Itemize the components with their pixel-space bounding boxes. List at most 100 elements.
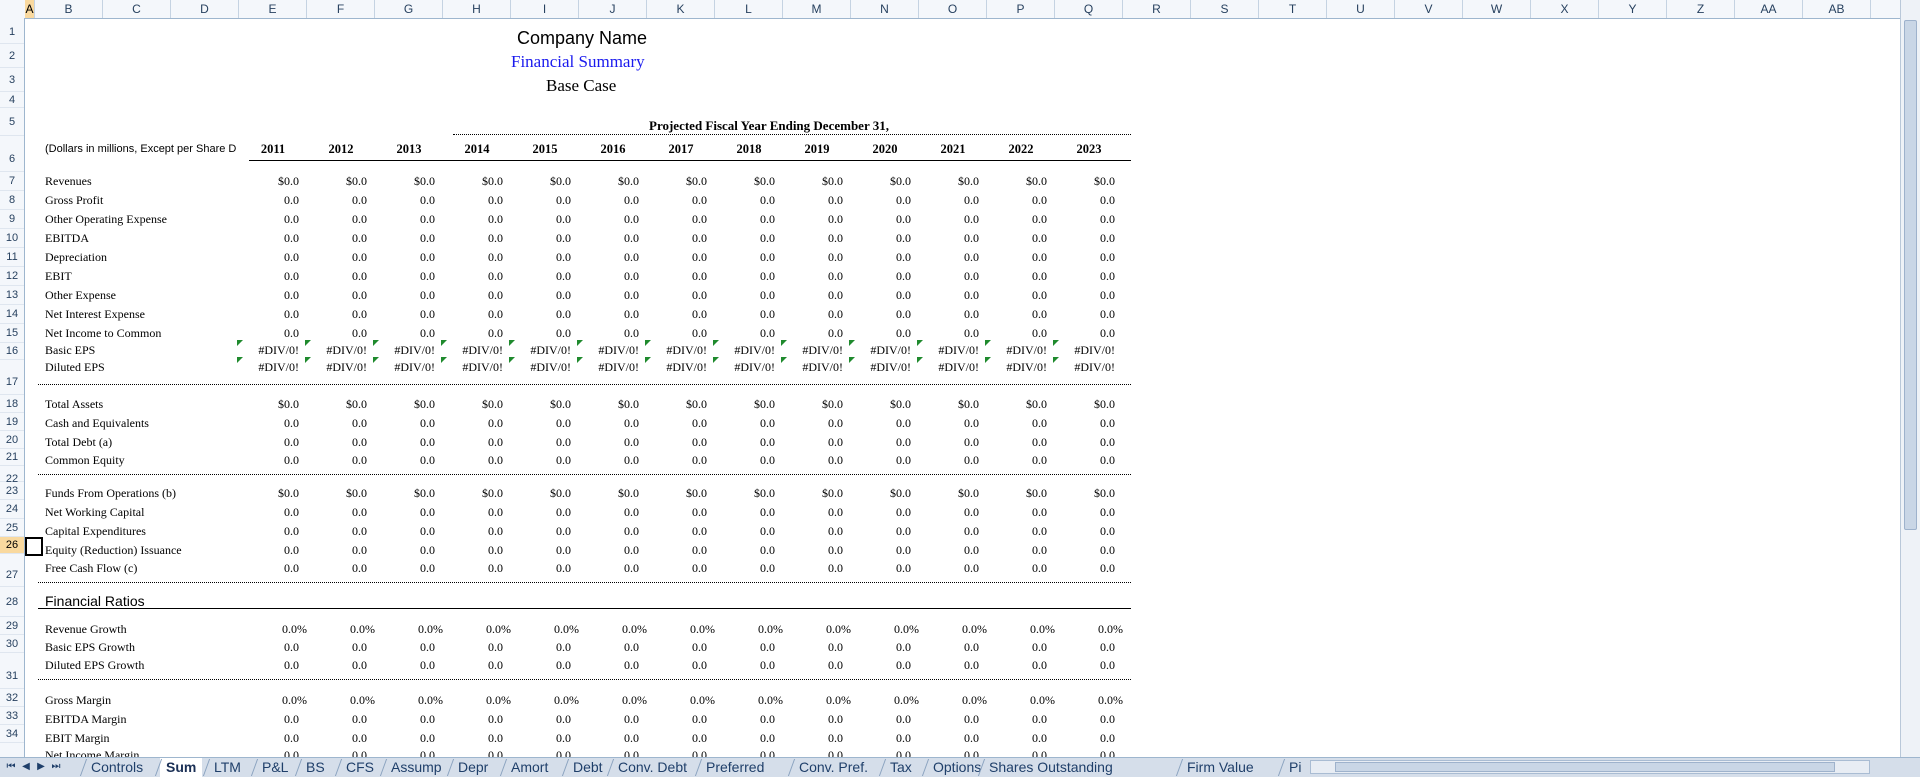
cell-net-interest-expense-2015[interactable]: 0.0 [511,307,571,321]
column-header-u[interactable]: U [1327,0,1395,18]
cell-other-operating-expense-2021[interactable]: 0.0 [919,212,979,226]
cell-funds-from-operations-b-2017[interactable]: $0.0 [647,486,707,500]
cell-total-debt-a-2017[interactable]: 0.0 [647,435,707,449]
cell-ebit-2021[interactable]: 0.0 [919,269,979,283]
cell-capital-expenditures-2018[interactable]: 0.0 [715,524,775,538]
column-header-o[interactable]: O [919,0,987,18]
cell-free-cash-flow-c-2013[interactable]: 0.0 [375,561,435,575]
cell-revenues-2019[interactable]: $0.0 [783,174,843,188]
cell-basic-eps-growth-2011[interactable]: 0.0 [239,640,299,654]
cell-ebitda-2023[interactable]: 0.0 [1055,231,1115,245]
horizontal-scrollbar[interactable] [1310,760,1870,774]
cell-gross-margin-2016[interactable]: 0.0% [587,693,647,707]
cell-revenues-2021[interactable]: $0.0 [919,174,979,188]
cell-net-income-to-common-2023[interactable]: 0.0 [1055,326,1115,340]
cell-common-equity-2012[interactable]: 0.0 [307,453,367,467]
cell-depreciation-2021[interactable]: 0.0 [919,250,979,264]
cell-basic-eps-2020[interactable]: #DIV/0! [851,343,911,357]
cell-gross-margin-2014[interactable]: 0.0% [451,693,511,707]
cell-revenue-growth-2016[interactable]: 0.0% [587,622,647,636]
cell-basic-eps-2021[interactable]: #DIV/0! [919,343,979,357]
row-header-22[interactable]: 22 [0,466,24,485]
cell-basic-eps-2022[interactable]: #DIV/0! [987,343,1047,357]
cell-cash-and-equivalents-2016[interactable]: 0.0 [579,416,639,430]
cell-other-expense-2017[interactable]: 0.0 [647,288,707,302]
cell-net-working-capital-2015[interactable]: 0.0 [511,505,571,519]
column-header-j[interactable]: J [579,0,647,18]
cell-gross-profit-2017[interactable]: 0.0 [647,193,707,207]
cell-net-income-to-common-2021[interactable]: 0.0 [919,326,979,340]
cell-capital-expenditures-2019[interactable]: 0.0 [783,524,843,538]
cell-net-income-to-common-2018[interactable]: 0.0 [715,326,775,340]
cell-equity-reduction-issuance-2019[interactable]: 0.0 [783,543,843,557]
column-header-c[interactable]: C [103,0,171,18]
cell-revenue-growth-2021[interactable]: 0.0% [927,622,987,636]
cell-net-income-to-common-2016[interactable]: 0.0 [579,326,639,340]
row-header-18[interactable]: 18 [0,395,24,413]
cell-gross-profit-2016[interactable]: 0.0 [579,193,639,207]
cell-ebit-2020[interactable]: 0.0 [851,269,911,283]
cell-ebit-margin-2018[interactable]: 0.0 [715,731,775,745]
cell-net-working-capital-2018[interactable]: 0.0 [715,505,775,519]
cell-net-interest-expense-2018[interactable]: 0.0 [715,307,775,321]
cell-gross-margin-2018[interactable]: 0.0% [723,693,783,707]
cell-gross-profit-2015[interactable]: 0.0 [511,193,571,207]
cell-depreciation-2014[interactable]: 0.0 [443,250,503,264]
cell-gross-profit-2022[interactable]: 0.0 [987,193,1047,207]
cell-ebitda-2012[interactable]: 0.0 [307,231,367,245]
cell-net-income-to-common-2011[interactable]: 0.0 [239,326,299,340]
cell-common-equity-2016[interactable]: 0.0 [579,453,639,467]
row-header-8[interactable]: 8 [0,191,24,210]
column-header-b[interactable]: B [35,0,103,18]
cell-gross-margin-2013[interactable]: 0.0% [383,693,443,707]
cell-revenue-growth-2023[interactable]: 0.0% [1063,622,1123,636]
cell-diluted-eps-2014[interactable]: #DIV/0! [443,360,503,374]
vertical-scrollbar[interactable] [1900,0,1920,757]
column-header-f[interactable]: F [307,0,375,18]
cell-diluted-eps-growth-2012[interactable]: 0.0 [307,658,367,672]
cell-total-debt-a-2022[interactable]: 0.0 [987,435,1047,449]
cell-revenues-2017[interactable]: $0.0 [647,174,707,188]
cell-basic-eps-growth-2023[interactable]: 0.0 [1055,640,1115,654]
cell-total-debt-a-2019[interactable]: 0.0 [783,435,843,449]
tab-nav-button-4[interactable]: ⏭ [49,760,63,774]
cell-diluted-eps-growth-2019[interactable]: 0.0 [783,658,843,672]
cell-diluted-eps-2018[interactable]: #DIV/0! [715,360,775,374]
cell-ebitda-margin-2017[interactable]: 0.0 [647,712,707,726]
cell-free-cash-flow-c-2014[interactable]: 0.0 [443,561,503,575]
column-header-n[interactable]: N [851,0,919,18]
cell-common-equity-2021[interactable]: 0.0 [919,453,979,467]
cell-net-working-capital-2013[interactable]: 0.0 [375,505,435,519]
cell-basic-eps-growth-2021[interactable]: 0.0 [919,640,979,654]
cell-cash-and-equivalents-2020[interactable]: 0.0 [851,416,911,430]
horizontal-scroll-thumb[interactable] [1335,762,1835,772]
column-header-w[interactable]: W [1463,0,1531,18]
cell-depreciation-2022[interactable]: 0.0 [987,250,1047,264]
cell-gross-margin-2021[interactable]: 0.0% [927,693,987,707]
column-header-g[interactable]: G [375,0,443,18]
cell-total-debt-a-2020[interactable]: 0.0 [851,435,911,449]
cell-ebit-margin-2020[interactable]: 0.0 [851,731,911,745]
cell-other-operating-expense-2016[interactable]: 0.0 [579,212,639,226]
cell-other-operating-expense-2022[interactable]: 0.0 [987,212,1047,226]
column-header-v[interactable]: V [1395,0,1463,18]
cell-cash-and-equivalents-2012[interactable]: 0.0 [307,416,367,430]
cell-net-working-capital-2020[interactable]: 0.0 [851,505,911,519]
tab-nav-button-1[interactable]: ⏮ [4,760,18,774]
row-header-25[interactable]: 25 [0,519,24,537]
cell-common-equity-2023[interactable]: 0.0 [1055,453,1115,467]
row-header-33[interactable]: 33 [0,707,24,725]
cell-capital-expenditures-2014[interactable]: 0.0 [443,524,503,538]
cell-ebit-margin-2013[interactable]: 0.0 [375,731,435,745]
column-header-aa[interactable]: AA [1735,0,1803,18]
sheet-tab-conv-pref[interactable]: Conv. Pref. [793,758,874,777]
cell-basic-eps-growth-2017[interactable]: 0.0 [647,640,707,654]
cell-funds-from-operations-b-2019[interactable]: $0.0 [783,486,843,500]
cell-other-expense-2013[interactable]: 0.0 [375,288,435,302]
cell-net-interest-expense-2013[interactable]: 0.0 [375,307,435,321]
cell-ebitda-2021[interactable]: 0.0 [919,231,979,245]
cell-gross-profit-2023[interactable]: 0.0 [1055,193,1115,207]
column-header-q[interactable]: Q [1055,0,1123,18]
cell-ebitda-2015[interactable]: 0.0 [511,231,571,245]
cell-net-working-capital-2023[interactable]: 0.0 [1055,505,1115,519]
